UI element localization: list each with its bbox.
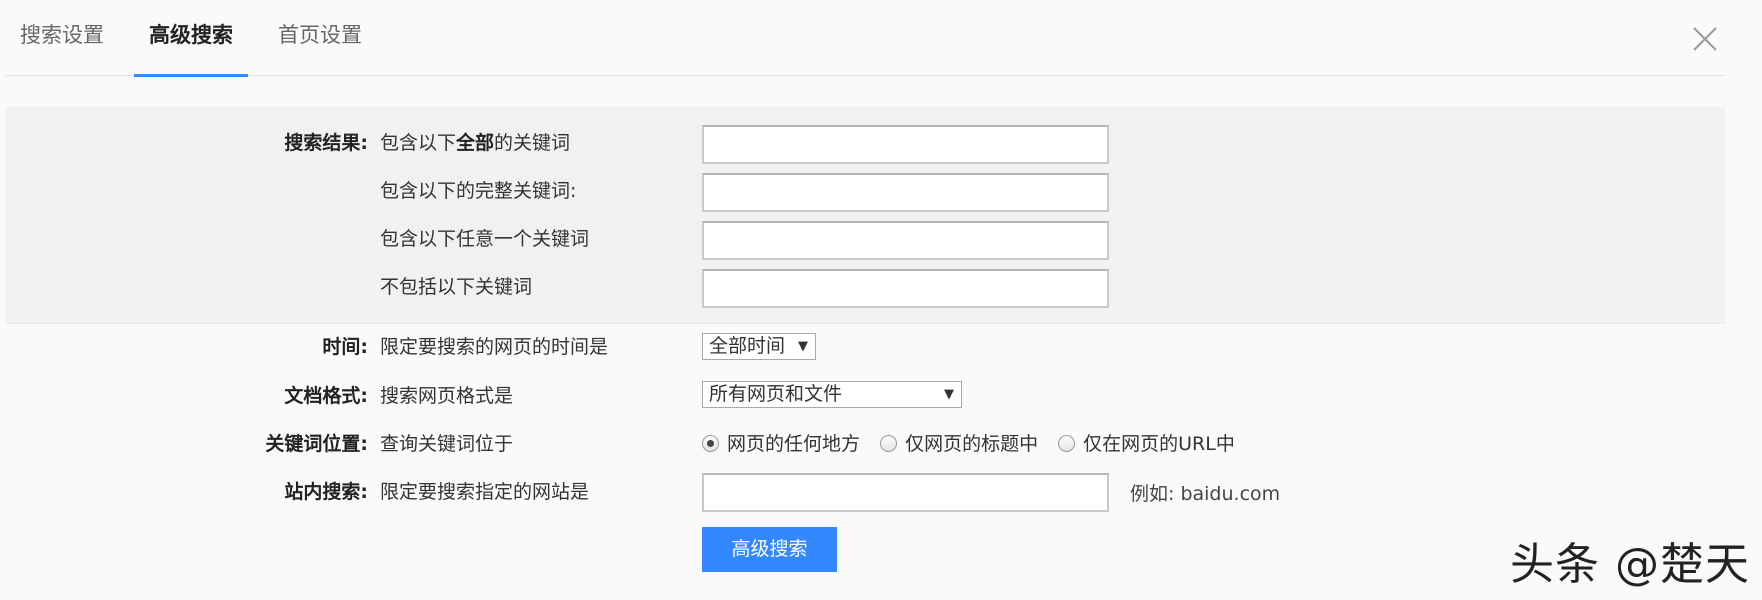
close-icon[interactable]: [1692, 26, 1718, 52]
exact-phrase-input[interactable]: [702, 173, 1109, 212]
time-select[interactable]: 全部时间 ▼: [702, 333, 816, 360]
tab-homepage-settings[interactable]: 首页设置: [278, 0, 362, 76]
position-label: 查询关键词位于: [380, 433, 514, 455]
format-heading: 文档格式:: [284, 385, 368, 407]
format-select[interactable]: 所有网页和文件 ▼: [702, 381, 962, 408]
all-keywords-input[interactable]: [702, 125, 1109, 164]
tab-bar: 搜索设置 高级搜索 首页设置: [5, 0, 1725, 77]
tab-advanced-search[interactable]: 高级搜索: [134, 0, 248, 77]
dropdown-arrow-icon: ▼: [798, 339, 808, 354]
dropdown-arrow-icon: ▼: [944, 387, 954, 402]
time-select-value: 全部时间: [709, 335, 786, 357]
radio-checked-icon: [702, 435, 719, 452]
site-heading: 站内搜索:: [284, 481, 368, 503]
format-label: 搜索网页格式是: [380, 385, 514, 407]
search-results-heading: 搜索结果:: [284, 132, 368, 154]
format-select-value: 所有网页和文件: [709, 383, 843, 405]
radio-unchecked-icon: [1058, 435, 1076, 452]
radio-unchecked-icon: [880, 435, 898, 452]
all-keywords-label: 包含以下全部的关键词: [380, 132, 571, 154]
time-heading: 时间:: [322, 336, 368, 358]
site-label: 限定要搜索指定的网站是: [380, 481, 590, 503]
time-label: 限定要搜索的网页的时间是: [380, 336, 609, 358]
site-input[interactable]: [702, 473, 1109, 512]
radio-anywhere[interactable]: 网页的任何地方: [702, 430, 860, 458]
advanced-search-button[interactable]: 高级搜索: [702, 527, 837, 572]
any-keyword-label: 包含以下任意一个关键词: [380, 228, 590, 250]
site-example-hint: 例如: baidu.com: [1130, 483, 1281, 505]
radio-url[interactable]: 仅在网页的URL中: [1058, 430, 1235, 458]
tab-search-settings[interactable]: 搜索设置: [20, 0, 104, 76]
exact-phrase-label: 包含以下的完整关键词:: [380, 180, 577, 202]
position-heading: 关键词位置:: [265, 433, 368, 455]
exclude-keywords-input[interactable]: [702, 269, 1109, 308]
any-keyword-input[interactable]: [702, 221, 1109, 260]
position-radio-group: 网页的任何地方 仅网页的标题中 仅在网页的URL中: [702, 430, 1249, 458]
exclude-keywords-label: 不包括以下关键词: [380, 276, 533, 298]
watermark: 头条 @楚天: [1510, 539, 1750, 590]
radio-title[interactable]: 仅网页的标题中: [880, 430, 1038, 458]
